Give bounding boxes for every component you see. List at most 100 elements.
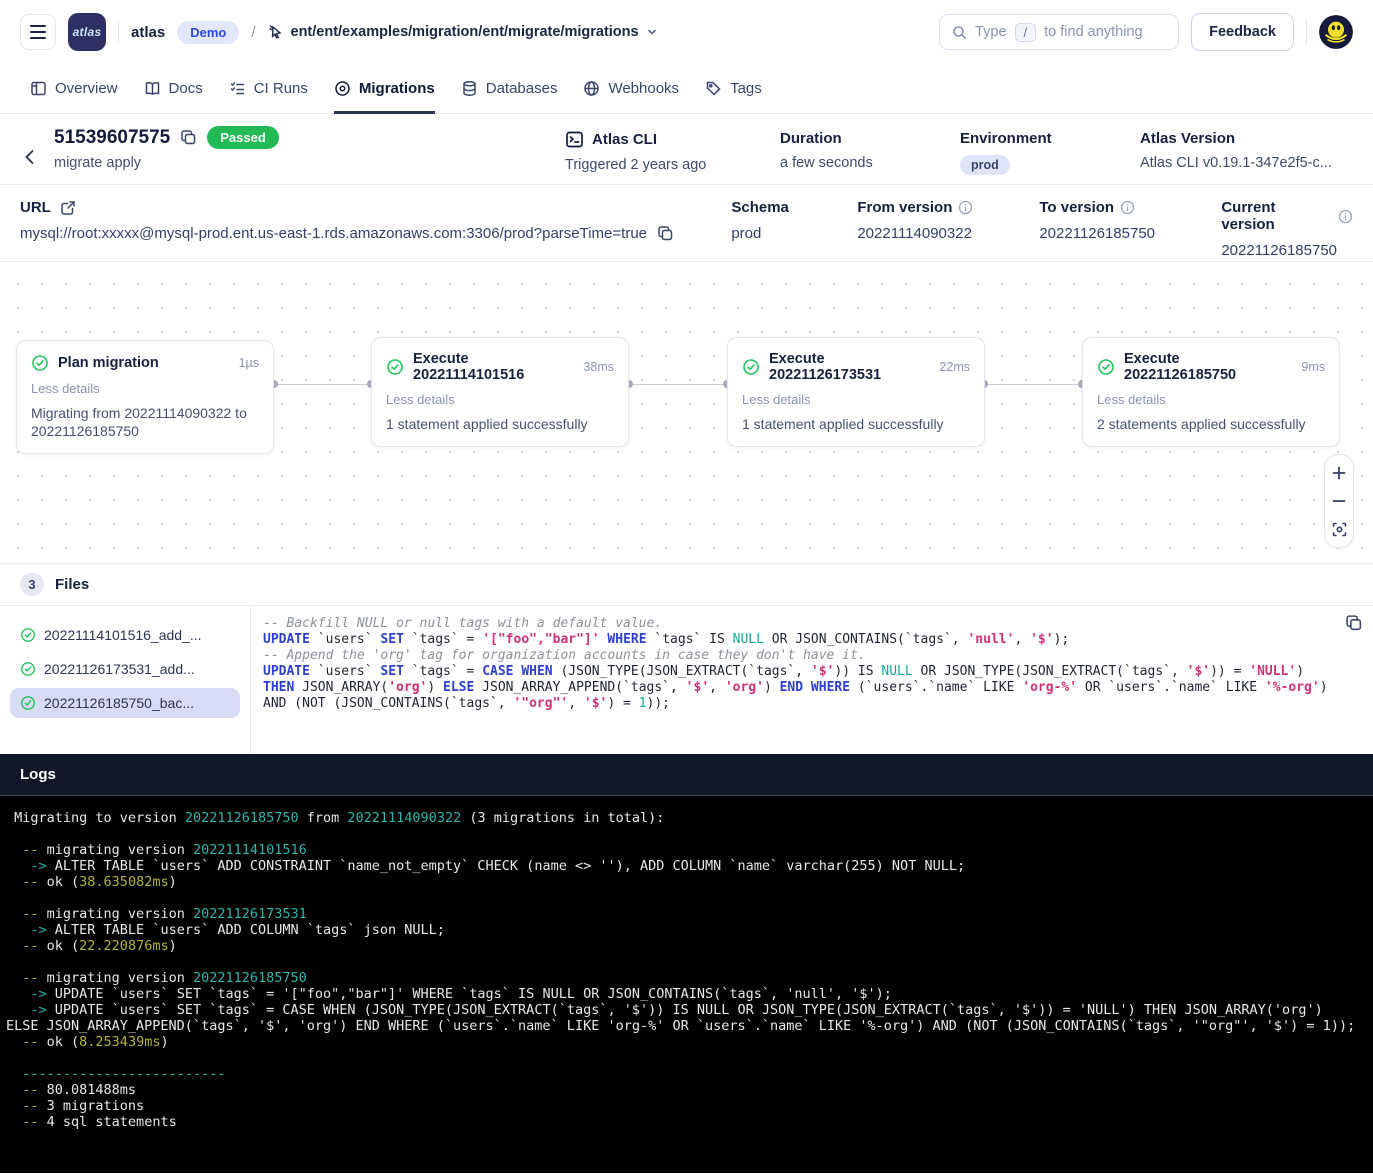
schema-label: Schema [731, 199, 789, 216]
migration-flow-canvas[interactable]: Plan migration 1µs Less details Migratin… [0, 262, 1373, 564]
menu-button[interactable] [20, 14, 56, 50]
user-avatar[interactable] [1319, 15, 1353, 49]
card-title: Execute 20221126173531 [769, 351, 930, 383]
check-circle-icon [1097, 358, 1115, 376]
card-title: Execute 20221126185750 [1124, 351, 1292, 383]
tab-label: Migrations [359, 80, 435, 97]
less-details-toggle[interactable]: Less details [31, 381, 259, 396]
logs-section-header: Logs [0, 754, 1373, 796]
from-version-column: From version 20221114090322 [857, 199, 1039, 261]
zoom-in-button[interactable] [1325, 459, 1353, 487]
back-arrow-icon[interactable] [20, 130, 40, 184]
environment-column: Environment prod [960, 126, 1100, 184]
sql-code-viewer: -- Backfill NULL or null tags with a def… [250, 606, 1373, 754]
duration-column: Duration a few seconds [780, 126, 920, 184]
card-description: 1 statement applied successfully [742, 415, 970, 433]
file-name: 20221126185750_bac... [44, 695, 194, 711]
flow-card-execute-3[interactable]: Execute 20221126185750 9ms Less details … [1082, 337, 1340, 447]
search-input[interactable]: Type / to find anything [939, 14, 1179, 50]
less-details-toggle[interactable]: Less details [386, 392, 614, 407]
breadcrumb-separator: / [251, 24, 255, 41]
atlas-version-column: Atlas Version Atlas CLI v0.19.1-347e2f5-… [1140, 126, 1345, 184]
files-list: 20221114101516_add_... 20221126173531_ad… [0, 606, 250, 754]
files-section-header: 3 Files [0, 564, 1373, 606]
flow-connector [274, 384, 371, 385]
logs-terminal[interactable]: Migrating to version 20221126185750 from… [0, 796, 1373, 1173]
tab-docs[interactable]: Docs [144, 64, 203, 114]
docs-icon [144, 80, 161, 97]
info-icon[interactable] [1120, 200, 1135, 215]
from-version-value: 20221114090322 [857, 225, 1039, 242]
info-icon[interactable] [1338, 209, 1353, 224]
atlas-version-value: Atlas CLI v0.19.1-347e2f5-c... [1140, 155, 1345, 171]
check-circle-icon [20, 695, 36, 711]
tab-ci-runs[interactable]: CI Runs [229, 64, 308, 114]
flow-connector [984, 384, 1082, 385]
nav-tabs: Overview Docs CI Runs Migrations Databas… [0, 64, 1373, 114]
tab-label: Tags [730, 80, 762, 97]
target-info-row: URL mysql://root:xxxxx@mysql-prod.ent.us… [0, 185, 1373, 262]
search-kbd: / [1015, 23, 1037, 42]
current-version-value: 20221126185750 [1221, 242, 1353, 259]
check-circle-icon [20, 661, 36, 677]
copy-run-id-icon[interactable] [180, 129, 197, 146]
fit-view-button[interactable] [1325, 515, 1353, 543]
card-description: 1 statement applied successfully [386, 415, 614, 433]
copy-code-icon[interactable] [1345, 614, 1363, 632]
play-circle-icon [334, 80, 351, 97]
tab-databases[interactable]: Databases [461, 64, 558, 114]
external-link-icon[interactable] [60, 200, 76, 216]
file-name: 20221126173531_add... [44, 661, 195, 677]
copy-url-icon[interactable] [657, 225, 674, 242]
schema-column: Schema prod [731, 199, 857, 261]
file-item-selected[interactable]: 20221126185750_bac... [10, 688, 240, 718]
run-id: 51539607575 [54, 127, 170, 149]
less-details-toggle[interactable]: Less details [742, 392, 970, 407]
card-title: Execute 20221114101516 [413, 351, 574, 383]
file-item[interactable]: 20221126173531_add... [10, 654, 240, 684]
check-circle-icon [20, 627, 36, 643]
run-header: 51539607575 Passed migrate apply Atlas C… [0, 114, 1373, 185]
flow-connector [629, 384, 727, 385]
tab-webhooks[interactable]: Webhooks [583, 64, 679, 114]
breadcrumb[interactable]: ent/ent/examples/migration/ent/migrate/m… [268, 24, 658, 40]
trigger-label: Atlas CLI [592, 131, 657, 148]
checklist-icon [229, 80, 246, 97]
url-label: URL [20, 199, 51, 216]
breadcrumb-label: ent/ent/examples/migration/ent/migrate/m… [291, 24, 639, 40]
from-version-label: From version [857, 199, 952, 216]
environment-badge: prod [960, 155, 1010, 175]
project-cursor-icon [268, 24, 284, 40]
flow-card-execute-2[interactable]: Execute 20221126173531 22ms Less details… [727, 337, 985, 447]
feedback-button[interactable]: Feedback [1191, 13, 1294, 51]
canvas-controls [1324, 454, 1354, 548]
tab-migrations[interactable]: Migrations [334, 64, 435, 114]
database-icon [461, 80, 478, 97]
tab-tags[interactable]: Tags [705, 64, 762, 114]
less-details-toggle[interactable]: Less details [1097, 392, 1325, 407]
schema-value: prod [731, 225, 857, 242]
card-duration: 9ms [1301, 360, 1325, 374]
current-version-label: Current version [1221, 199, 1332, 233]
flow-card-execute-1[interactable]: Execute 20221114101516 38ms Less details… [371, 337, 629, 447]
trigger-column: Atlas CLI Triggered 2 years ago [565, 126, 740, 184]
zoom-out-button[interactable] [1325, 487, 1353, 515]
info-icon[interactable] [958, 200, 973, 215]
top-header: atlas atlas Demo / ent/ent/examples/migr… [0, 0, 1373, 64]
search-placeholder-pre: Type [975, 24, 1006, 40]
divider [118, 19, 119, 45]
card-duration: 38ms [583, 360, 614, 374]
card-duration: 1µs [239, 356, 259, 370]
to-version-label: To version [1039, 199, 1114, 216]
atlas-logo[interactable]: atlas [68, 13, 106, 51]
status-badge: Passed [207, 126, 279, 149]
flow-card-plan-migration[interactable]: Plan migration 1µs Less details Migratin… [16, 340, 274, 454]
tab-overview[interactable]: Overview [30, 64, 118, 114]
sql-code: -- Backfill NULL or null tags with a def… [263, 616, 1339, 712]
file-item[interactable]: 20221114101516_add_... [10, 620, 240, 650]
file-name: 20221114101516_add_... [44, 627, 202, 643]
current-version-column: Current version 20221126185750 [1221, 199, 1353, 261]
search-placeholder-post: to find anything [1044, 24, 1142, 40]
files-count-badge: 3 [20, 573, 44, 596]
trigger-value: Triggered 2 years ago [565, 157, 740, 173]
